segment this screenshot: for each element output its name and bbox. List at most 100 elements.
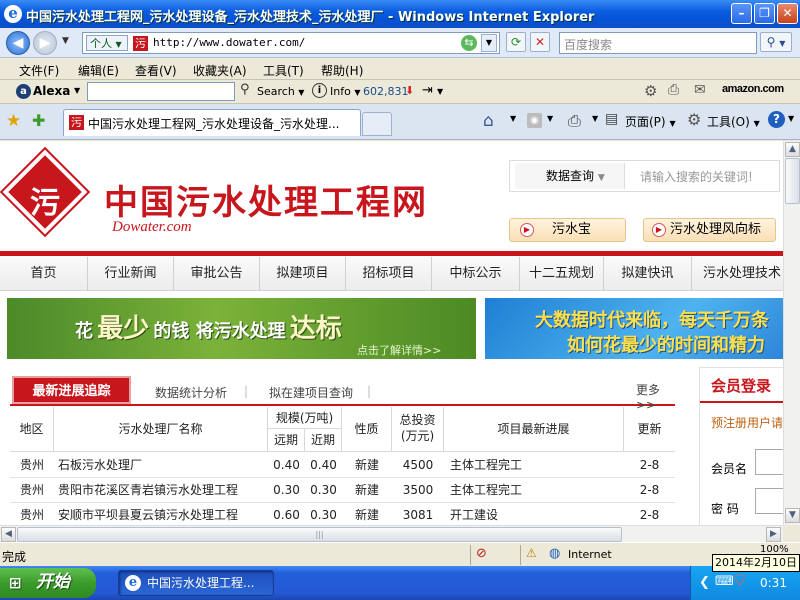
tab-project-query[interactable]: 拟在建项目查询 xyxy=(269,384,353,401)
home-icon[interactable]: ⌂ xyxy=(483,111,494,131)
nav-quick-news[interactable]: 拟建快讯 xyxy=(604,257,692,291)
status-text: 完成 xyxy=(2,550,27,564)
cell-plant-name[interactable]: 贵阳市花溪区青岩镇污水处理工程 xyxy=(54,478,268,503)
feeds-icon[interactable]: ◉ xyxy=(527,113,542,128)
username-input[interactable] xyxy=(755,449,783,475)
scroll-down-icon[interactable]: ▼ xyxy=(785,508,800,523)
minimize-button[interactable]: – xyxy=(731,3,752,24)
ie-logo-icon: e xyxy=(4,5,22,23)
alexa-search-button[interactable]: Search ▼ xyxy=(257,85,304,98)
restore-button[interactable]: ❐ xyxy=(754,3,775,24)
horizontal-scrollbar[interactable]: ◀ ||| ▶ xyxy=(0,525,783,542)
col-far: 远期 xyxy=(268,429,305,452)
nav-approval[interactable]: 审批公告 xyxy=(174,257,260,291)
address-field[interactable]: 个人 ▼ 污 http://www.dowater.com/ ⇆ ▼ xyxy=(82,32,500,54)
tab-statistics[interactable]: 数据统计分析 xyxy=(155,384,227,401)
nav-technology[interactable]: 污水处理技术 xyxy=(692,257,783,291)
nav-proposed[interactable]: 拟建项目 xyxy=(260,257,346,291)
protected-mode-icon[interactable]: ⚠ xyxy=(526,546,537,560)
home-dropdown-icon[interactable]: ▼ xyxy=(510,114,516,123)
search-input[interactable]: 百度搜索 xyxy=(559,32,757,54)
menu-help[interactable]: 帮助(H) xyxy=(321,62,363,79)
nav-industry-news[interactable]: 行业新闻 xyxy=(88,257,174,291)
web-page: 污 中国污水处理工程网 Dowater.com 数据查询 ▼ 请输入搜索的关键词… xyxy=(0,141,783,525)
wind-vane-button[interactable]: ▶ 污水处理风向标 xyxy=(643,218,776,242)
compatibility-icon[interactable]: ⇆ xyxy=(461,35,477,51)
new-tab-button[interactable] xyxy=(362,112,392,136)
password-input[interactable] xyxy=(755,488,783,514)
member-divider xyxy=(700,401,783,403)
add-favorites-icon[interactable]: ✚ xyxy=(32,111,45,130)
start-button[interactable]: ⊞ 开始 xyxy=(0,568,96,598)
popup-blocker-icon[interactable]: ⊘ xyxy=(476,546,487,561)
taskbar-ie-window[interactable]: e 中国污水处理工程... xyxy=(118,570,274,596)
banner-big-data[interactable]: 大数据时代来临，每天千万条 如何花最少的时间和精力 xyxy=(485,298,783,359)
tools-menu[interactable]: 工具(O) ▼ xyxy=(707,113,760,130)
search-button[interactable]: ⚲ ▼ xyxy=(760,32,792,52)
site-search-input[interactable]: 请输入搜索的关键词! xyxy=(640,168,753,185)
banner1-link[interactable]: 点击了解详情>> xyxy=(357,342,441,358)
tab-active[interactable]: 污 中国污水处理工程网_污水处理设备_污水处理... xyxy=(63,109,361,136)
vertical-scroll-thumb[interactable] xyxy=(785,158,800,204)
security-shield-icon[interactable]: ⛉ xyxy=(735,574,745,589)
menu-view[interactable]: 查看(V) xyxy=(135,62,177,79)
alexa-share-icon[interactable]: ⇥ ▼ xyxy=(422,83,443,98)
clock[interactable]: 0:31 xyxy=(760,576,787,590)
search-type-select[interactable]: 数据查询 ▼ xyxy=(515,163,625,189)
tray-expand-icon[interactable]: ❮ xyxy=(699,575,710,590)
scroll-left-icon[interactable]: ◀ xyxy=(1,527,16,542)
alexa-info-button[interactable]: Info ▼ xyxy=(330,85,360,98)
nav-plan[interactable]: 十二五规划 xyxy=(520,257,604,291)
close-button[interactable]: ✕ xyxy=(777,3,798,24)
menu-favorites[interactable]: 收藏夹(A) xyxy=(193,62,247,79)
vertical-scrollbar[interactable]: ▲ ▼ xyxy=(783,141,800,525)
amazon-link[interactable]: amazon.com xyxy=(722,83,784,95)
profile-dropdown[interactable]: 个人 ▼ xyxy=(86,35,128,51)
banner2-line2: 如何花最少的时间和精力 xyxy=(567,335,765,356)
toolbar-mail-icon[interactable]: ✉ xyxy=(694,82,706,98)
nav-award[interactable]: 中标公示 xyxy=(432,257,520,291)
table-row[interactable]: 贵州 贵阳市花溪区青岩镇污水处理工程 0.30 0.30 新建 3500 主体工… xyxy=(10,478,675,503)
scroll-right-icon[interactable]: ▶ xyxy=(766,527,781,542)
help-dropdown-icon[interactable]: ▼ xyxy=(788,114,794,123)
site-name[interactable]: 中国污水处理工程网 xyxy=(104,175,428,224)
stop-icon[interactable]: ✕ xyxy=(530,32,550,52)
page-menu[interactable]: 页面(P) ▼ xyxy=(625,113,676,130)
cell-plant-name[interactable]: 石板污水处理厂 xyxy=(54,453,268,478)
menu-edit[interactable]: 编辑(E) xyxy=(78,62,119,79)
menu-tools[interactable]: 工具(T) xyxy=(263,62,304,79)
banner2-line1: 大数据时代来临，每天千万条 xyxy=(535,310,769,331)
pre-register-link[interactable]: 预注册用户请 xyxy=(711,414,783,431)
feeds-dropdown-icon[interactable]: ▼ xyxy=(547,114,553,123)
tab-latest-progress[interactable]: 最新进展追踪 xyxy=(12,376,131,404)
url-text[interactable]: http://www.dowater.com/ xyxy=(153,36,305,49)
back-button[interactable]: ◀ xyxy=(6,31,30,55)
favorites-star-icon[interactable]: ★ xyxy=(6,111,21,131)
menu-file[interactable]: 文件(F) xyxy=(19,62,59,79)
network-icon[interactable]: ⌨ xyxy=(715,574,734,589)
cell-plant-name[interactable]: 安顺市平坝县夏云镇污水处理工程 xyxy=(54,503,268,525)
zone-label[interactable]: Internet xyxy=(568,548,612,561)
url-dropdown-icon[interactable]: ▼ xyxy=(481,34,497,52)
print-dropdown-icon[interactable]: ▼ xyxy=(592,114,598,123)
alexa-search-input[interactable] xyxy=(87,82,235,101)
banner-save-money[interactable]: 花 最少 的钱 将污水处理 达标 点击了解详情>> xyxy=(7,298,476,359)
table-row[interactable]: 贵州 石板污水处理厂 0.40 0.40 新建 4500 主体工程完工 2-8 xyxy=(10,453,675,478)
internet-zone-icon: ◍ xyxy=(549,546,561,561)
forward-button[interactable]: ▶ xyxy=(33,31,57,55)
horizontal-scroll-thumb[interactable]: ||| xyxy=(17,527,622,542)
alexa-dropdown-icon[interactable]: ▼ xyxy=(74,86,80,95)
nav-home[interactable]: 首页 xyxy=(0,257,88,291)
toolbar-print-icon[interactable]: ⎙ xyxy=(668,82,679,98)
table-row[interactable]: 贵州 安顺市平坝县夏云镇污水处理工程 0.60 0.30 新建 3081 开工建… xyxy=(10,503,675,525)
toolbar-tool-icon[interactable]: ⚙ xyxy=(644,82,657,100)
window-title-bar[interactable]: e 中国污水处理工程网_污水处理设备_污水处理技术_污水处理厂 - Window… xyxy=(0,0,800,28)
history-dropdown-icon[interactable]: ▼ xyxy=(62,36,69,46)
print-icon[interactable]: ⎙ xyxy=(568,111,581,131)
help-icon[interactable]: ? xyxy=(768,111,785,128)
cell-nature: 新建 xyxy=(342,478,392,503)
treasure-button[interactable]: ▶ 污水宝 xyxy=(509,218,626,242)
refresh-icon[interactable]: ⟳ xyxy=(506,32,526,52)
nav-tender[interactable]: 招标项目 xyxy=(346,257,432,291)
scroll-up-icon[interactable]: ▲ xyxy=(785,142,800,157)
